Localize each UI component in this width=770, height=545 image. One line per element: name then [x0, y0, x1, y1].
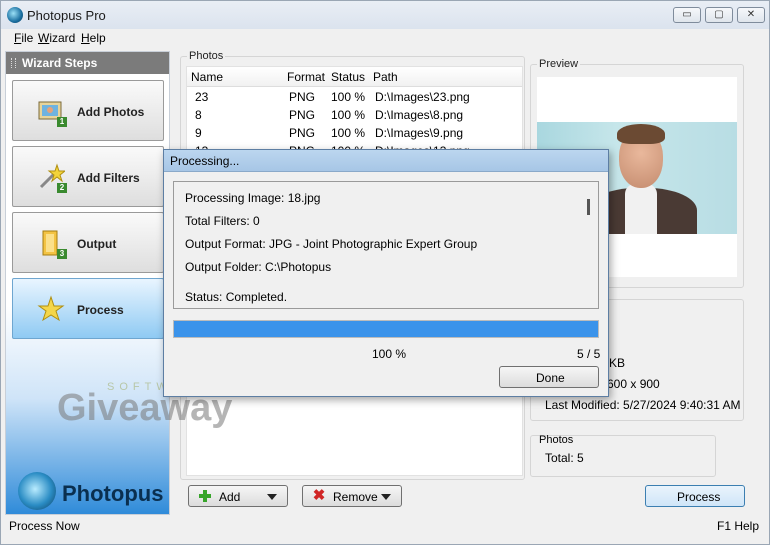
- photopus-app-icon: [7, 7, 23, 23]
- total-photos: Total: 5: [545, 451, 584, 465]
- chevron-down-icon[interactable]: [267, 494, 277, 500]
- remove-x-icon: ✖: [312, 487, 326, 504]
- remove-button[interactable]: ✖ Remove: [302, 485, 402, 507]
- window-title: Photopus Pro: [27, 8, 106, 23]
- maximize-button[interactable]: ▢: [705, 7, 733, 23]
- column-status[interactable]: Status: [331, 70, 365, 84]
- column-name[interactable]: Name: [191, 70, 223, 84]
- star-icon: [37, 295, 65, 323]
- photos-group-label: Photos: [187, 50, 226, 62]
- dialog-title-bar: Processing...: [164, 150, 608, 172]
- photopus-logo-text: Photopus: [62, 481, 164, 506]
- chevron-down-icon[interactable]: [381, 494, 391, 500]
- column-format[interactable]: Format: [287, 70, 325, 84]
- stats-group-label: Photos: [539, 434, 574, 446]
- plus-icon: [199, 490, 211, 502]
- menu-wizard[interactable]: Wizard: [38, 31, 75, 45]
- step-label: Add Filters: [77, 171, 140, 185]
- log-line: Status: Completed.: [185, 290, 288, 304]
- dimensions-value: 600 x 900: [607, 377, 660, 391]
- photos-stats-group: Photos Total: 5: [530, 434, 716, 477]
- step-label: Add Photos: [77, 105, 145, 119]
- list-header: Name Format Status Path: [187, 67, 522, 87]
- title-bar: Photopus Pro ▭ ▢ ✕: [1, 1, 769, 29]
- photopus-logo: Photopus: [18, 472, 168, 512]
- log-line: Processing Image: 18.jpg: [185, 191, 321, 205]
- step-add-filters[interactable]: 2 Add Filters: [12, 146, 164, 207]
- done-button[interactable]: Done: [499, 366, 599, 388]
- last-modified: Last Modified: 5/27/2024 9:40:31 AM: [545, 398, 741, 412]
- progress-fill: [174, 321, 598, 337]
- minimize-button[interactable]: ▭: [673, 7, 701, 23]
- column-path[interactable]: Path: [373, 70, 398, 84]
- app-window: Photopus Pro ▭ ▢ ✕ File Wizard Help Wiza…: [0, 0, 770, 545]
- progress-percent: 100 %: [372, 347, 407, 361]
- photopus-logo-icon: [18, 472, 56, 510]
- progress-bar: [173, 320, 599, 338]
- processing-dialog: Processing... Processing Image: 18.jpg T…: [163, 149, 609, 397]
- photos-icon: 1: [37, 97, 67, 127]
- step-process[interactable]: Process: [12, 278, 164, 339]
- process-button[interactable]: Process: [645, 485, 745, 507]
- wizard-steps-header: Wizard Steps: [6, 52, 169, 74]
- step-label: Process: [77, 303, 124, 317]
- status-left: Process Now: [9, 519, 80, 533]
- progress-count: 5 / 5: [577, 347, 601, 361]
- log-line: Total Filters: 0: [185, 214, 260, 228]
- close-button[interactable]: ✕: [737, 7, 765, 23]
- table-row[interactable]: 9 PNG 100 % D:\Images\9.png: [187, 124, 522, 142]
- menu-bar: File Wizard Help: [1, 29, 769, 47]
- processing-log[interactable]: Processing Image: 18.jpg Total Filters: …: [173, 181, 599, 309]
- wizard-sidebar: Wizard Steps 1 Add Photos 2 Add Filters …: [5, 51, 170, 515]
- magic-wand-icon: 2: [37, 163, 67, 193]
- table-row[interactable]: 23 PNG 100 % D:\Images\23.png: [187, 88, 522, 106]
- status-help: F1 Help: [717, 519, 760, 533]
- folder-icon: 3: [37, 229, 67, 259]
- log-line: Output Format: JPG - Joint Photographic …: [185, 237, 478, 251]
- step-label: Output: [77, 237, 117, 251]
- log-line: Output Folder: C:\Photopus: [185, 260, 332, 274]
- dialog-title: Processing...: [170, 154, 240, 168]
- menu-file[interactable]: File: [14, 31, 33, 45]
- preview-group-label: Preview: [537, 58, 581, 70]
- add-button[interactable]: Add: [188, 485, 288, 507]
- file-size-value: KB: [609, 356, 626, 370]
- status-bar: Process Now F1 Help: [1, 516, 769, 544]
- step-add-photos[interactable]: 1 Add Photos: [12, 80, 164, 141]
- log-scrollbar[interactable]: [587, 199, 590, 215]
- menu-help[interactable]: Help: [81, 31, 106, 45]
- table-row[interactable]: 8 PNG 100 % D:\Images\8.png: [187, 106, 522, 124]
- step-output[interactable]: 3 Output: [12, 212, 164, 273]
